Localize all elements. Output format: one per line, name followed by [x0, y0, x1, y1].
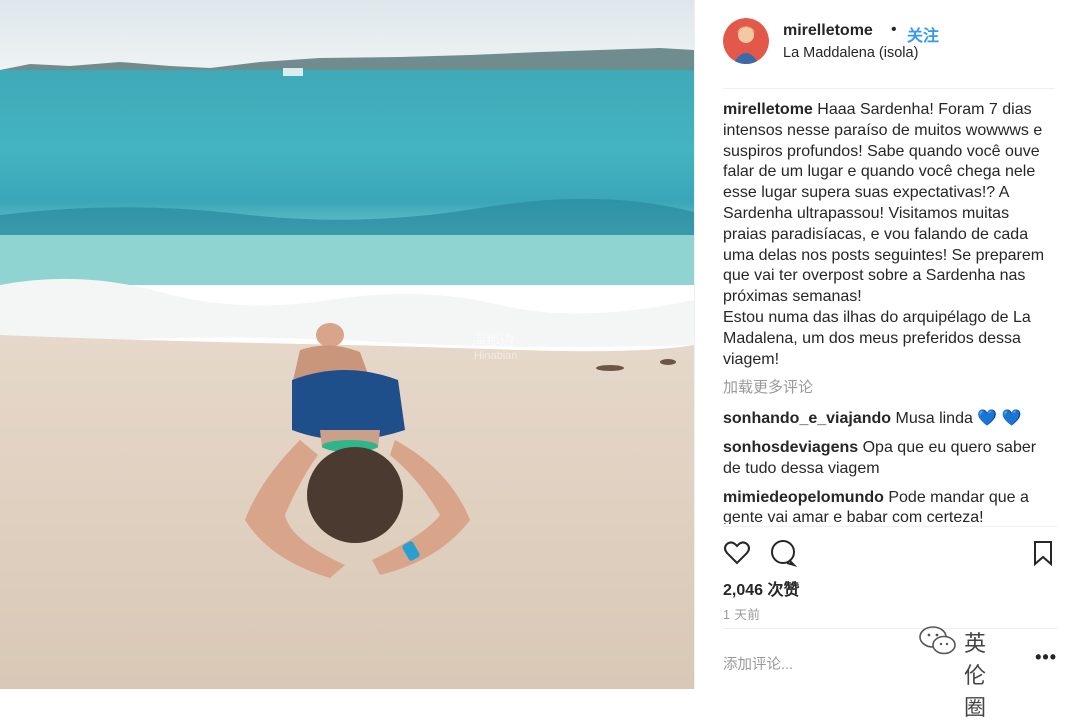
comment-text: Musa linda	[895, 410, 973, 428]
post-username[interactable]: mirelletome	[783, 22, 873, 40]
blue-heart-icon: 💙 💙	[977, 410, 1022, 428]
likes-count[interactable]: 2,046 次赞	[723, 576, 800, 600]
comment-username[interactable]: sonhando_e_viajando	[723, 410, 891, 427]
post-header: mirelletome • 关注 La Maddalena (isola)	[723, 18, 1055, 89]
add-comment-bar: 添加评论... •••	[723, 628, 1057, 690]
post-side-panel: mirelletome • 关注 La Maddalena (isola) mi…	[694, 0, 1080, 689]
comment-username[interactable]: sonhosdeviagens	[723, 439, 858, 456]
brand-watermark-text: 英伦圈	[964, 632, 987, 721]
heart-icon[interactable]	[723, 539, 751, 567]
comment-icon[interactable]	[769, 539, 797, 567]
caption-text-2: Estou numa das ilhas do arquipélago de L…	[723, 308, 1031, 368]
bookmark-icon[interactable]	[1029, 539, 1057, 567]
caption-text: Haaa Sardenha! Foram 7 dias intensos nes…	[723, 101, 1045, 306]
add-comment-input[interactable]: 添加评论...	[723, 653, 793, 674]
comment-username[interactable]: mimiedeopelomundo	[723, 489, 884, 506]
post-photo[interactable]: 海那边 Hinabian	[0, 0, 694, 689]
brand-watermark: 英伦圈	[918, 624, 986, 721]
photo-watermark: 海那边	[472, 332, 514, 348]
photo-watermark-sub: Hinabian	[474, 350, 518, 362]
caption-username[interactable]: mirelletome	[723, 101, 813, 118]
load-more-comments[interactable]: 加载更多评论	[723, 378, 1057, 399]
comment-item: sonhando_e_viajando Musa linda 💙 💙	[723, 409, 1057, 430]
post-caption: mirelletome Haaa Sardenha! Foram 7 dias …	[723, 100, 1057, 370]
beach-photo	[0, 0, 694, 689]
action-bar	[723, 526, 1057, 577]
post-timestamp: 1 天前	[723, 608, 761, 622]
avatar-image	[723, 18, 769, 64]
more-options-button[interactable]: •••	[1035, 647, 1057, 668]
avatar[interactable]	[723, 18, 769, 64]
follow-button[interactable]: 关注	[907, 22, 939, 46]
separator-dot: •	[891, 21, 897, 38]
post-location[interactable]: La Maddalena (isola)	[783, 45, 918, 61]
comment-item: mimiedeopelomundo Pode mandar que a gent…	[723, 488, 1057, 524]
comment-item: sonhosdeviagens Opa que eu quero saber d…	[723, 438, 1057, 480]
wechat-icon	[919, 626, 956, 655]
comments-section[interactable]: mirelletome Haaa Sardenha! Foram 7 dias …	[723, 100, 1057, 524]
